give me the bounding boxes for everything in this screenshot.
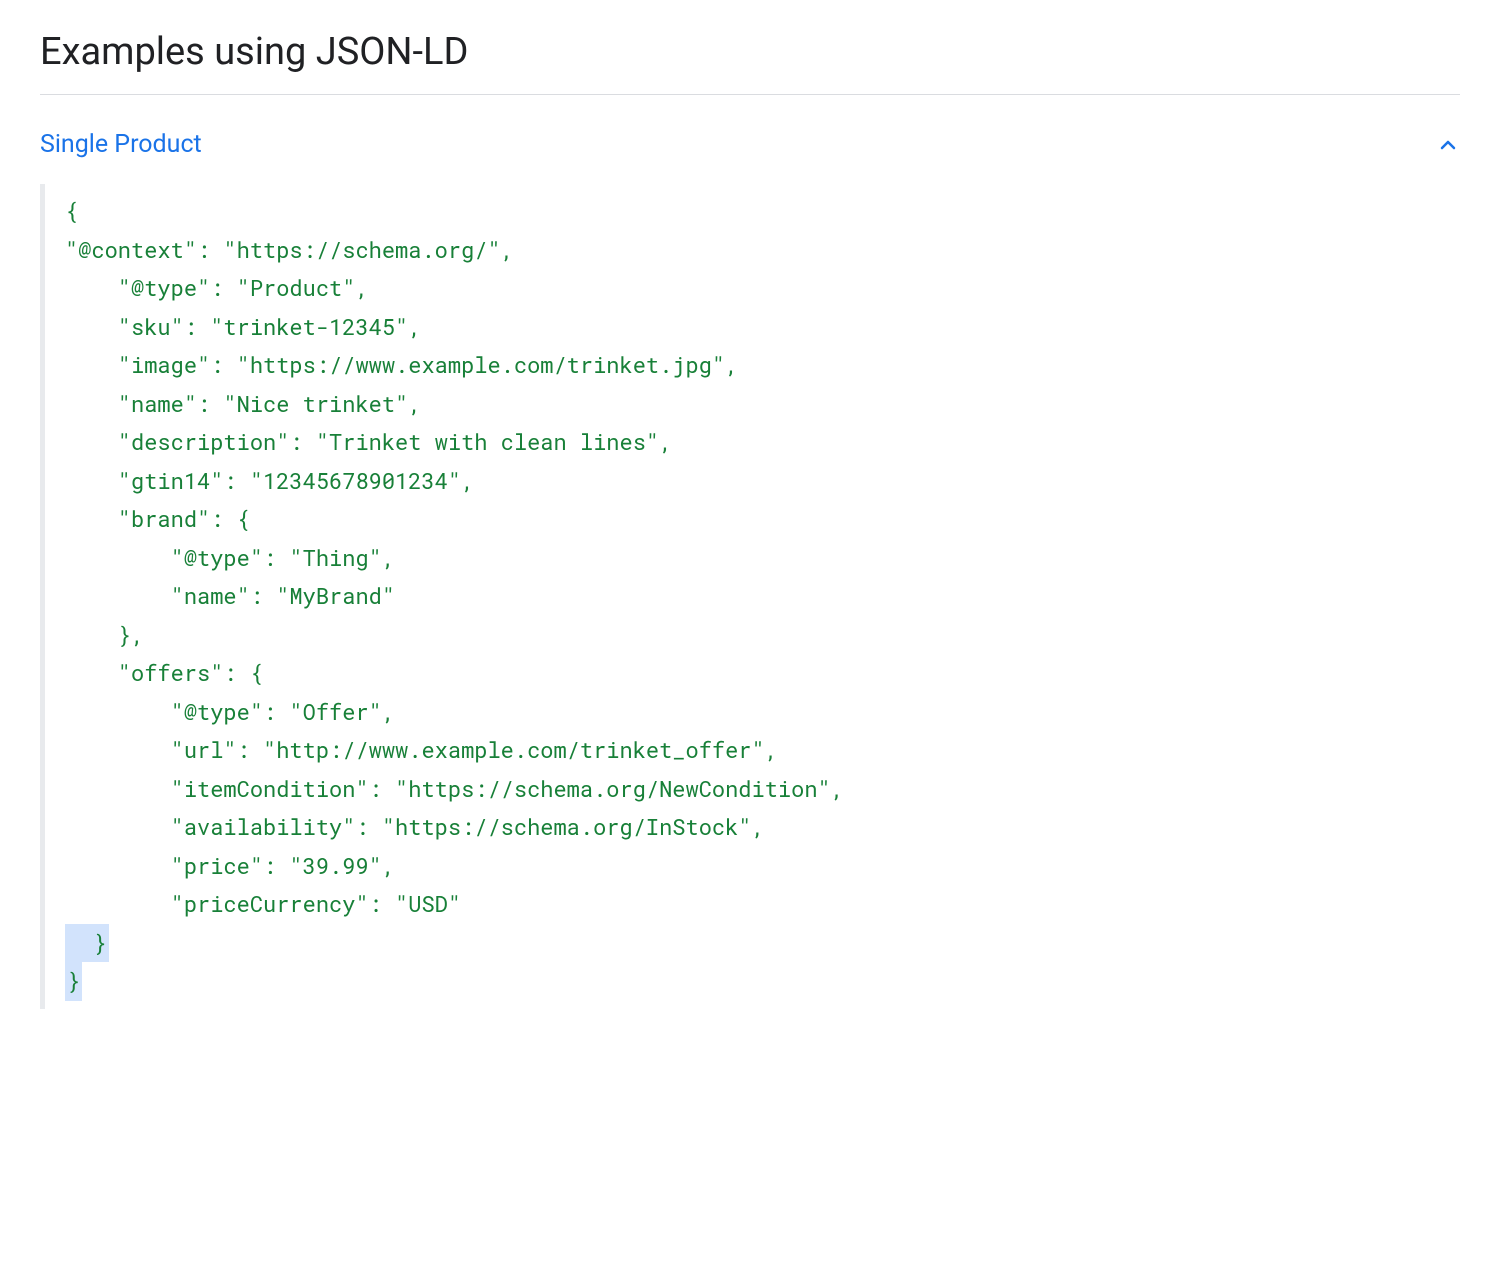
code-line: "name": "MyBrand" bbox=[65, 581, 395, 610]
code-line: } bbox=[65, 924, 109, 963]
code-line: }, bbox=[65, 620, 144, 649]
code-line: "offers": { bbox=[65, 658, 263, 687]
code-line: "url": "http://www.example.com/trinket_o… bbox=[65, 735, 778, 764]
code-line: "sku": "trinket-12345", bbox=[65, 312, 421, 341]
code-line: "brand": { bbox=[65, 504, 250, 533]
code-line: "description": "Trinket with clean lines… bbox=[65, 427, 672, 456]
code-line: "availability": "https://schema.org/InSt… bbox=[65, 812, 765, 841]
code-line: { bbox=[65, 196, 78, 225]
code-line: "image": "https://www.example.com/trinke… bbox=[65, 350, 738, 379]
code-line: } bbox=[65, 962, 82, 1001]
accordion-title: Single Product bbox=[40, 130, 202, 159]
code-line: "@type": "Thing", bbox=[65, 543, 395, 572]
page-heading: Examples using JSON-LD bbox=[40, 30, 1460, 95]
code-line: "@type": "Product", bbox=[65, 273, 369, 302]
code-line: "gtin14": "12345678901234", bbox=[65, 466, 474, 495]
code-line: "price": "39.99", bbox=[65, 851, 395, 880]
accordion-header[interactable]: Single Product bbox=[40, 125, 1460, 184]
code-line: "priceCurrency": "USD" bbox=[65, 889, 461, 918]
code-block: { "@context": "https://schema.org/", "@t… bbox=[40, 184, 1460, 1009]
code-line: "itemCondition": "https://schema.org/New… bbox=[65, 774, 844, 803]
code-line: "name": "Nice trinket", bbox=[65, 389, 421, 418]
code-line: "@context": "https://schema.org/", bbox=[65, 235, 514, 264]
code-line: "@type": "Offer", bbox=[65, 697, 395, 726]
chevron-up-icon bbox=[1436, 133, 1460, 157]
